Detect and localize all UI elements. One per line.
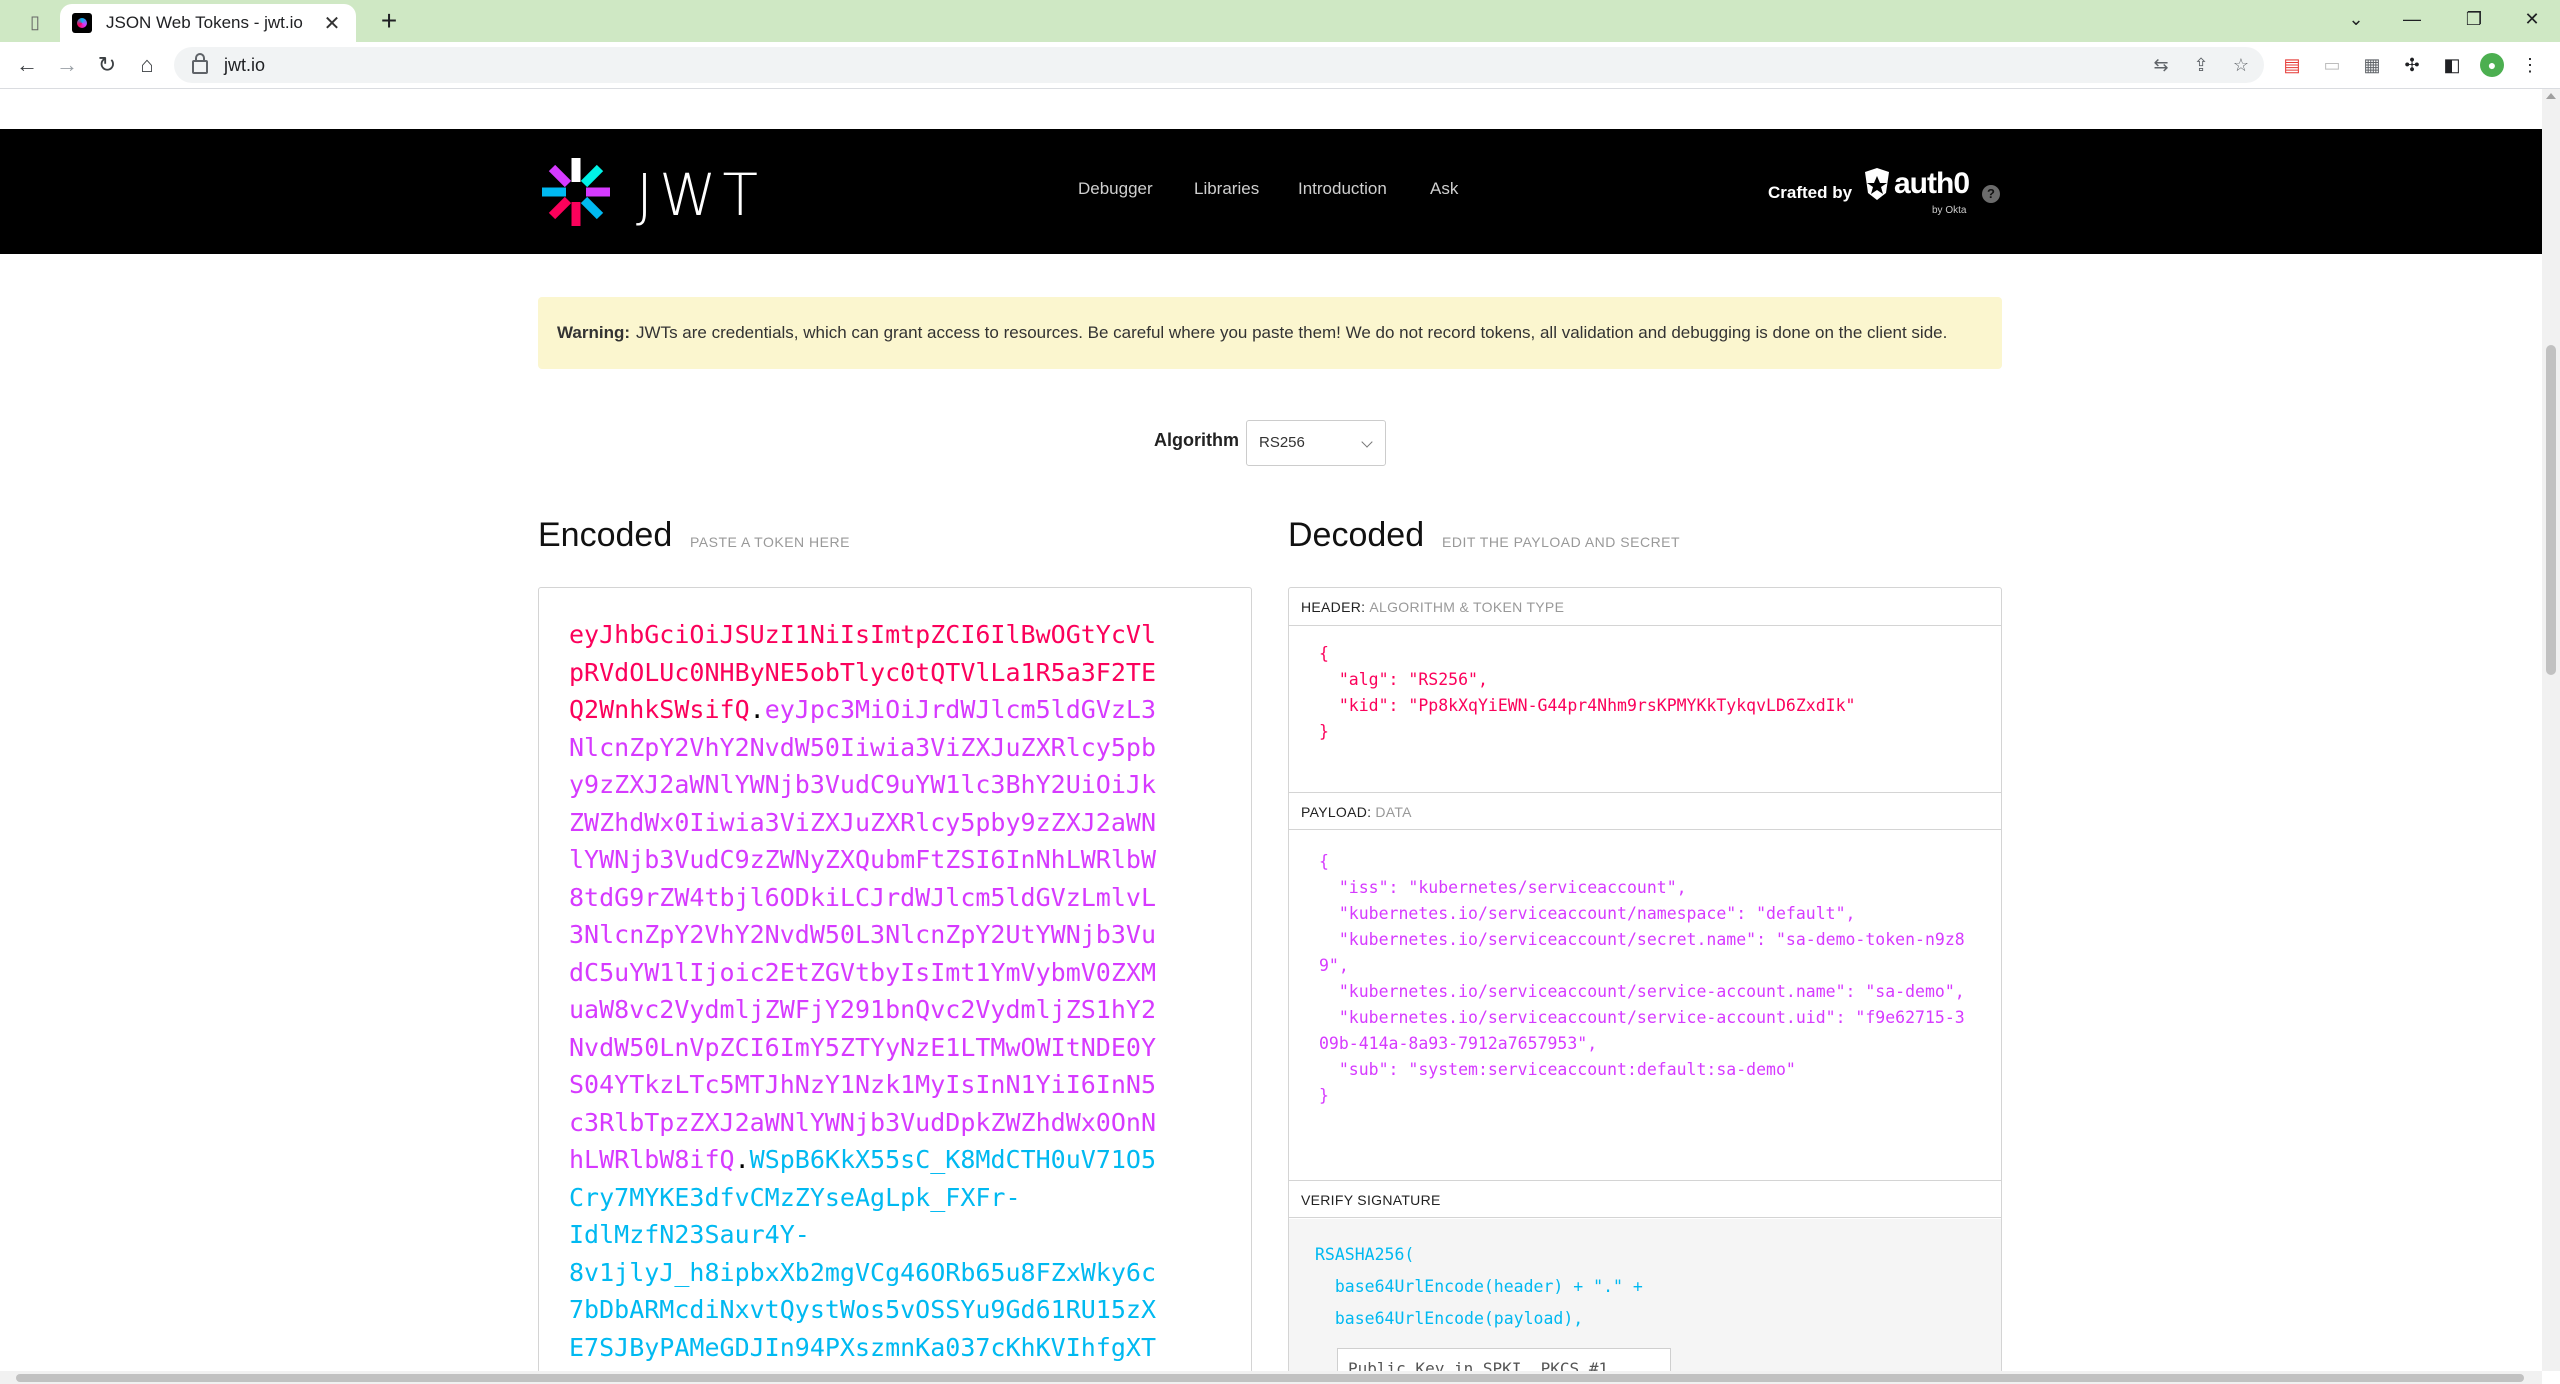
encoded-token-text[interactable]: eyJhbGciOiJSUzI1NiIsImtpZCI6IlBwOGtYcVlp… xyxy=(569,616,1169,1366)
auth0-shield-icon[interactable] xyxy=(1862,167,1892,201)
jwt-favicon-icon xyxy=(72,13,92,33)
algorithm-label: Algorithm xyxy=(1154,430,1239,450)
warning-text: JWTs are credentials, which can grant ac… xyxy=(636,323,1948,342)
nav-libraries[interactable]: Libraries xyxy=(1194,179,1259,199)
crafted-by-label: Crafted by xyxy=(1768,183,1853,202)
verify-line-header: base64UrlEncode(header) + "." + xyxy=(1315,1277,1643,1296)
tab-search-icon[interactable]: ⌄ xyxy=(2328,0,2384,38)
extension-badge-icon[interactable]: ▦ xyxy=(2360,53,2384,77)
algorithm-selected-value: RS256 xyxy=(1259,434,1305,451)
tab-close-icon[interactable]: ✕ xyxy=(320,11,344,36)
warning-label: Warning: xyxy=(557,323,631,342)
by-okta-label: by Okta xyxy=(1932,205,1967,216)
warning-banner: Warning: JWTs are credentials, which can… xyxy=(538,297,2002,369)
decoded-panel: HEADER: ALGORITHM & TOKEN TYPE { "alg": "… xyxy=(1288,587,2002,1371)
nav-ask[interactable]: Ask xyxy=(1430,179,1458,199)
decoded-title: Decoded xyxy=(1288,516,1425,554)
horizontal-scrollbar[interactable] xyxy=(0,1371,2542,1384)
scroll-up-arrow-icon[interactable] xyxy=(2546,93,2556,99)
vertical-scrollbar-thumb[interactable] xyxy=(2546,345,2556,675)
browser-toolbar: ← → ↻ ⌂ jwt.io ⇆ ⇪ ☆ ▤ ▭ ▦ ✣ ◧ ● ⋮ xyxy=(0,42,2560,89)
token-dot: . xyxy=(749,695,765,724)
algorithm-select[interactable]: RS256 xyxy=(1246,420,1386,466)
public-key-input[interactable]: Public Key in SPKI, PKCS #1, xyxy=(1337,1348,1671,1371)
vertical-scrollbar[interactable] xyxy=(2542,89,2560,1371)
translate-icon[interactable]: ⇆ xyxy=(2150,54,2172,76)
token-signature-part: WSpB6KkX55sC_K8MdCTH0uV71O5 Cry7MYKE3dfv… xyxy=(569,1145,1156,1362)
nav-introduction[interactable]: Introduction xyxy=(1298,179,1387,199)
lock-icon[interactable] xyxy=(192,53,208,74)
window-close-icon[interactable]: ✕ xyxy=(2504,0,2560,38)
header-sublabel: ALGORITHM & TOKEN TYPE xyxy=(1369,599,1565,615)
signature-line: E7SJByPAMeGDJIn94PXszmnKa037cKhKVIhfgXT xyxy=(569,1332,1156,1362)
signature-line: 7bDbARMcdiNxvtQystWos5vOSSYu9Gd61RU15zX xyxy=(569,1295,1156,1324)
help-icon[interactable]: ? xyxy=(1982,185,2000,203)
verify-line-payload: base64UrlEncode(payload), xyxy=(1315,1309,1584,1328)
decoded-subtitle: EDIT THE PAYLOAD AND SECRET xyxy=(1442,534,1681,550)
payload-json-editor[interactable]: { "iss": "kubernetes/serviceaccount", "k… xyxy=(1319,849,1969,1109)
signature-line: WSpB6KkX55sC_K8MdCTH0uV71O5 xyxy=(749,1145,1157,1174)
header-section-label: HEADER: ALGORITHM & TOKEN TYPE xyxy=(1289,588,2001,626)
verify-label: VERIFY SIGNATURE xyxy=(1301,1192,1441,1208)
site-header: JWT Debugger Libraries Introduction Ask … xyxy=(0,129,2542,254)
horizontal-scrollbar-thumb[interactable] xyxy=(16,1374,2524,1382)
restore-icon[interactable]: ❐ xyxy=(2446,0,2502,38)
extension-gray-icon[interactable]: ▭ xyxy=(2320,53,2344,77)
signature-line: Cry7MYKE3dfvCMzZYseAgLpk_FXFr- xyxy=(569,1182,1021,1212)
token-payload-part: eyJpc3MiOiJrdWJlcm5ldGVzL3NlcnZpY2VhY2Nv… xyxy=(569,695,1157,1174)
back-arrow-icon[interactable]: ← xyxy=(12,50,42,80)
verify-function-name: RSASHA256( xyxy=(1315,1245,1415,1264)
side-panel-icon[interactable]: ◧ xyxy=(2440,53,2464,77)
pinned-tab-icon[interactable]: ▯ xyxy=(20,7,50,37)
address-url[interactable]: jwt.io xyxy=(224,55,265,76)
encoded-token-editor[interactable]: eyJhbGciOiJSUzI1NiIsImtpZCI6IlBwOGtYcVlp… xyxy=(538,587,1252,1371)
chevron-down-icon xyxy=(1361,436,1373,448)
payload-section-label: PAYLOAD: DATA xyxy=(1289,792,2001,830)
address-bar[interactable]: jwt.io ⇆ ⇪ ☆ xyxy=(174,47,2264,83)
browser-tab-active[interactable]: JSON Web Tokens - jwt.io ✕ xyxy=(60,4,356,42)
minimize-icon[interactable]: — xyxy=(2384,0,2440,38)
header-label: HEADER: xyxy=(1301,599,1366,615)
jwt-logo-text[interactable]: JWT xyxy=(636,161,764,229)
encoded-title: Encoded xyxy=(538,516,673,554)
nav-debugger[interactable]: Debugger xyxy=(1078,179,1153,199)
menu-kebab-icon[interactable]: ⋮ xyxy=(2518,53,2542,77)
auth0-wordmark[interactable]: auth0 xyxy=(1894,167,1970,201)
share-icon[interactable]: ⇪ xyxy=(2190,54,2212,76)
encoded-subtitle: PASTE A TOKEN HERE xyxy=(690,534,850,550)
signature-line: IdlMzfN23Saur4Y- xyxy=(569,1220,810,1249)
extensions-puzzle-icon[interactable]: ✣ xyxy=(2400,53,2424,77)
home-icon[interactable]: ⌂ xyxy=(132,50,162,80)
extension-red-icon[interactable]: ▤ xyxy=(2280,53,2304,77)
reload-icon[interactable]: ↻ xyxy=(92,50,122,80)
header-json-editor[interactable]: { "alg": "RS256", "kid": "Pp8kXqYiEWN-G4… xyxy=(1319,641,1969,745)
page-viewport: JWT Debugger Libraries Introduction Ask … xyxy=(0,89,2542,1371)
forward-arrow-icon[interactable]: → xyxy=(52,50,82,80)
jwt-logo-icon[interactable] xyxy=(538,154,614,230)
payload-label: PAYLOAD: xyxy=(1301,804,1372,820)
token-dot: . xyxy=(734,1145,750,1174)
signature-line: 8v1jlyJ_h8ipbxXb2mgVCg46ORb65u8FZxWky6c xyxy=(569,1257,1156,1287)
tab-title: JSON Web Tokens - jwt.io xyxy=(106,13,303,32)
profile-avatar-icon[interactable]: ● xyxy=(2480,53,2504,77)
verify-signature-label: VERIFY SIGNATURE xyxy=(1289,1180,2001,1218)
browser-tab-strip: ▯ JSON Web Tokens - jwt.io ✕ + ⌄ — ❐ ✕ xyxy=(0,0,2560,42)
payload-sublabel: DATA xyxy=(1375,804,1412,820)
new-tab-button[interactable]: + xyxy=(372,4,406,38)
bookmark-star-icon[interactable]: ☆ xyxy=(2230,54,2252,76)
